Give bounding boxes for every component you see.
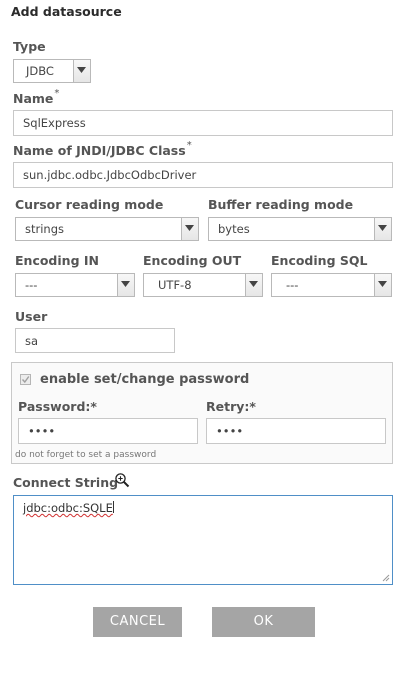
encoding-in-value: --- bbox=[25, 278, 38, 292]
jndi-class-input[interactable]: sun.jdbc.odbc.JdbcOdbcDriver bbox=[13, 162, 393, 188]
enable-password-checkbox[interactable] bbox=[20, 374, 31, 385]
encoding-in-select[interactable]: --- bbox=[15, 273, 135, 297]
name-input[interactable]: SqlExpress bbox=[13, 110, 393, 136]
type-select-value: JDBC bbox=[26, 64, 54, 78]
password-input[interactable]: •••• bbox=[18, 418, 198, 444]
encoding-out-value: UTF-8 bbox=[158, 278, 192, 292]
connect-string-label: Connect String bbox=[13, 475, 119, 490]
chevron-down-icon bbox=[374, 218, 391, 240]
enable-password-label: enable set/change password bbox=[40, 372, 250, 387]
buffer-mode-select[interactable]: bytes bbox=[208, 217, 392, 241]
buffer-mode-label: Buffer reading mode bbox=[208, 197, 354, 212]
encoding-sql-select[interactable]: --- bbox=[271, 273, 392, 297]
user-label: User bbox=[15, 309, 48, 324]
chevron-down-icon bbox=[117, 274, 134, 296]
dialog-title: Add datasource bbox=[11, 4, 122, 19]
retry-input[interactable]: •••• bbox=[206, 418, 386, 444]
chevron-down-icon bbox=[73, 60, 90, 82]
chevron-down-icon bbox=[245, 274, 262, 296]
connect-string-textarea[interactable]: jdbc:odbc:SQLE bbox=[13, 495, 393, 585]
chevron-down-icon bbox=[374, 274, 391, 296]
check-icon bbox=[21, 376, 30, 384]
cursor-mode-label: Cursor reading mode bbox=[15, 197, 164, 212]
resize-grip-icon[interactable] bbox=[382, 574, 390, 582]
encoding-sql-value: --- bbox=[286, 278, 299, 292]
type-label: Type bbox=[13, 39, 46, 54]
text-cursor bbox=[112, 501, 114, 513]
type-select[interactable]: JDBC bbox=[13, 59, 91, 83]
jndi-class-label: Name of JNDI/JDBC Class* bbox=[13, 140, 192, 158]
password-label: Password:* bbox=[18, 399, 97, 414]
cursor-mode-value: strings bbox=[25, 222, 65, 236]
retry-label: Retry:* bbox=[206, 399, 256, 414]
zoom-in-icon[interactable] bbox=[114, 472, 130, 492]
user-input[interactable]: sa bbox=[15, 328, 175, 353]
encoding-out-label: Encoding OUT bbox=[143, 253, 242, 268]
encoding-out-select[interactable]: UTF-8 bbox=[143, 273, 263, 297]
name-label: Name* bbox=[13, 88, 60, 106]
encoding-in-label: Encoding IN bbox=[15, 253, 99, 268]
cancel-button[interactable]: CANCEL bbox=[93, 607, 182, 637]
chevron-down-icon bbox=[181, 218, 198, 240]
password-hint: do not forget to set a password bbox=[15, 450, 157, 460]
buffer-mode-value: bytes bbox=[218, 222, 250, 236]
connect-string-value: jdbc:odbc:SQLE bbox=[23, 501, 113, 515]
ok-button[interactable]: OK bbox=[212, 607, 315, 637]
cursor-mode-select[interactable]: strings bbox=[15, 217, 199, 241]
encoding-sql-label: Encoding SQL bbox=[271, 253, 368, 268]
